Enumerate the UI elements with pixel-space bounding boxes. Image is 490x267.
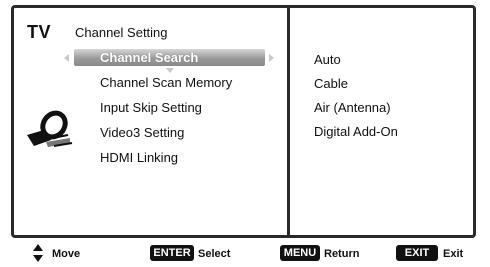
exit-hint-label: Exit (443, 248, 464, 260)
option-air-antenna[interactable]: Air (Antenna) (314, 100, 391, 115)
menu-item-channel-scan-memory[interactable]: Channel Scan Memory (100, 75, 232, 90)
menu-item-video3-setting[interactable]: Video3 Setting (100, 125, 184, 140)
option-digital-add-on[interactable]: Digital Add-On (314, 124, 398, 139)
panel-divider (287, 5, 290, 238)
menu-key-badge: MENU (280, 245, 320, 261)
select-hint-label: Select (198, 248, 231, 260)
move-hint-label: Move (52, 248, 81, 260)
left-arrow-icon[interactable] (64, 54, 69, 62)
return-hint-label: Return (324, 248, 360, 260)
up-down-arrows-icon (33, 244, 43, 262)
exit-key-badge: EXIT (396, 245, 438, 261)
down-arrow-icon (166, 68, 174, 73)
enter-key-badge: ENTER (150, 245, 194, 261)
source-label: TV (27, 22, 52, 42)
right-arrow-icon[interactable] (269, 54, 274, 62)
menu-title: Channel Setting (75, 25, 168, 40)
option-auto[interactable]: Auto (314, 52, 341, 67)
option-cable[interactable]: Cable (314, 76, 348, 91)
menu-item-channel-search[interactable]: Channel Search (100, 50, 198, 65)
menu-item-input-skip-setting[interactable]: Input Skip Setting (100, 100, 202, 115)
menu-item-hdmi-linking[interactable]: HDMI Linking (100, 150, 178, 165)
satellite-dish-icon (27, 110, 73, 147)
